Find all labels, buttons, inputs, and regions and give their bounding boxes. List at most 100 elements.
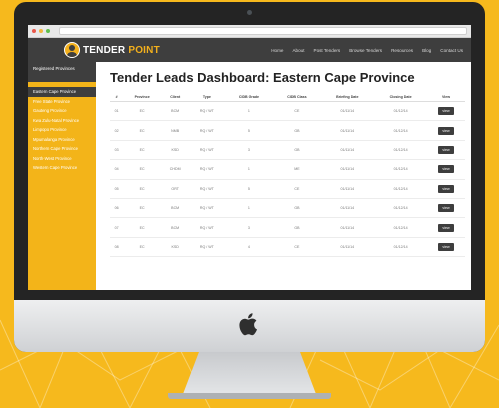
table-row: 01 EC BCM RQ / WT 1 CE 01/11/14 01/12/14 view bbox=[110, 101, 465, 122]
view-button[interactable]: view bbox=[438, 242, 454, 251]
table-cell: 05 bbox=[110, 179, 124, 199]
table-cell: 5 bbox=[224, 120, 274, 141]
table-cell: EC bbox=[123, 237, 162, 258]
nav-browse-tenders[interactable]: Browse Tenders bbox=[349, 48, 382, 53]
table-header-row: # Province Client Type CIDB Grade CIDB C… bbox=[110, 93, 465, 102]
table-cell: RQ / WT bbox=[189, 101, 225, 122]
close-window-icon[interactable] bbox=[32, 29, 36, 33]
nav-home[interactable]: Home bbox=[271, 48, 283, 53]
imac-chin bbox=[14, 300, 485, 352]
table-cell: 01/12/14 bbox=[374, 179, 428, 199]
table-cell: BCM bbox=[161, 101, 190, 122]
page-title: Tender Leads Dashboard: Eastern Cape Pro… bbox=[110, 70, 415, 85]
table-cell: RQ / WT bbox=[189, 198, 225, 219]
table-cell: 02 bbox=[110, 120, 124, 141]
view-button[interactable]: view bbox=[438, 223, 454, 232]
nav-post-tenders[interactable]: Post Tenders bbox=[314, 48, 341, 53]
table-cell: 08 bbox=[110, 237, 124, 258]
table-cell: 07 bbox=[110, 217, 124, 238]
table-cell: CE bbox=[273, 237, 321, 258]
view-button[interactable]: view bbox=[438, 165, 454, 174]
table-cell: 01/11/14 bbox=[320, 101, 375, 122]
table-cell: RQ / WT bbox=[189, 217, 225, 238]
site-logo[interactable]: TENDER POINT bbox=[64, 42, 160, 58]
table-cell: 5 bbox=[224, 179, 274, 199]
table-cell: RQ / WT bbox=[189, 237, 225, 258]
view-button[interactable]: view bbox=[438, 204, 454, 213]
table-cell: 01 bbox=[110, 101, 124, 122]
table-cell: 01/11/14 bbox=[320, 140, 375, 161]
table-row: 04 EC CHDM RQ / WT 1 ME 01/11/14 01/12/14 view bbox=[110, 159, 465, 180]
sidebar-item-northern-cape[interactable]: Northern Cape Province bbox=[28, 144, 96, 154]
table-cell: RQ / WT bbox=[189, 179, 225, 199]
tender-leads-table: # Province Client Type CIDB Grade CIDB C… bbox=[110, 93, 465, 258]
table-cell: 01/12/14 bbox=[374, 140, 428, 161]
table-cell: 4 bbox=[224, 237, 274, 258]
view-button[interactable]: view bbox=[438, 145, 454, 154]
table-cell: 01/11/14 bbox=[320, 159, 375, 180]
column-header: Province bbox=[123, 93, 162, 102]
table-cell: GB bbox=[273, 140, 321, 161]
table-cell: 01/12/14 bbox=[374, 101, 428, 122]
column-header: CIDB Class bbox=[273, 93, 321, 102]
minimize-window-icon[interactable] bbox=[39, 29, 43, 33]
table-cell: 01/11/14 bbox=[320, 237, 375, 258]
sidebar-item-western-cape[interactable]: Western Cape Province bbox=[28, 163, 96, 173]
table-cell: 01/11/14 bbox=[320, 217, 375, 238]
main-nav: Home About Post Tenders Browse Tenders R… bbox=[271, 48, 463, 53]
nav-about[interactable]: About bbox=[292, 48, 304, 53]
table-cell: 06 bbox=[110, 198, 124, 219]
nav-blog[interactable]: Blog bbox=[422, 48, 431, 53]
table-cell: view bbox=[427, 179, 465, 199]
table-row: 08 EC KSD RQ / WT 4 CE 01/11/14 01/12/14 view bbox=[110, 237, 465, 258]
table-cell: 01/11/14 bbox=[320, 198, 375, 219]
sidebar-item-north-west[interactable]: North-West Province bbox=[28, 154, 96, 164]
table-cell: 3 bbox=[224, 140, 274, 161]
address-bar[interactable] bbox=[59, 27, 467, 35]
table-cell: BCM bbox=[161, 198, 190, 219]
column-header: Briefing Date bbox=[320, 93, 375, 102]
sidebar-item-gauteng[interactable]: Gauteng Province bbox=[28, 106, 96, 116]
sidebar-item-kwazulu-natal[interactable]: Kwa Zulu-Natal Province bbox=[28, 116, 96, 126]
table-cell: view bbox=[427, 101, 465, 122]
table-cell: view bbox=[427, 140, 465, 161]
sidebar-item-eastern-cape[interactable]: Eastern Cape Province bbox=[28, 87, 96, 97]
sidebar-heading: Registered Provinces bbox=[28, 62, 96, 82]
view-button[interactable]: view bbox=[438, 107, 454, 116]
table-cell: view bbox=[427, 198, 465, 219]
user-avatar-icon bbox=[64, 42, 80, 58]
table-cell: view bbox=[427, 237, 465, 258]
view-button[interactable]: view bbox=[438, 184, 454, 193]
dashboard-main: Tender Leads Dashboard: Eastern Cape Pro… bbox=[96, 62, 471, 290]
table-cell: 3 bbox=[224, 217, 274, 238]
nav-contact-us[interactable]: Contact Us bbox=[440, 48, 463, 53]
sidebar-item-mpumalanga[interactable]: Mpumalanga Province bbox=[28, 135, 96, 145]
nav-resources[interactable]: Resources bbox=[391, 48, 413, 53]
view-button[interactable]: view bbox=[438, 126, 454, 135]
table-cell: 04 bbox=[110, 159, 124, 180]
sidebar-item-free-state[interactable]: Free State Province bbox=[28, 97, 96, 107]
sidebar-item-limpopo[interactable]: Limpopo Province bbox=[28, 125, 96, 135]
browser-toolbar bbox=[28, 25, 471, 38]
table-row: 03 EC KSD RQ / WT 3 GB 01/11/14 01/12/14 view bbox=[110, 140, 465, 161]
table-cell: CE bbox=[273, 179, 321, 199]
table-cell: BCM bbox=[161, 217, 190, 238]
table-cell: view bbox=[427, 120, 465, 141]
table-cell: 01/12/14 bbox=[374, 237, 428, 258]
table-cell: GB bbox=[273, 198, 321, 219]
table-cell: EC bbox=[123, 179, 162, 199]
sidebar: Registered Provinces Eastern Cape Provin… bbox=[28, 62, 96, 290]
imac-stand bbox=[183, 352, 316, 394]
table-cell: RQ / WT bbox=[189, 159, 225, 180]
table-cell: 01/12/14 bbox=[374, 217, 428, 238]
table-cell: NMB bbox=[161, 120, 190, 141]
table-cell: 1 bbox=[224, 101, 274, 122]
table-cell: 1 bbox=[224, 198, 274, 219]
column-header: # bbox=[110, 93, 124, 102]
column-header: Client bbox=[161, 93, 190, 102]
table-cell: 01/12/14 bbox=[374, 120, 428, 141]
column-header: Closing Date bbox=[374, 93, 428, 102]
maximize-window-icon[interactable] bbox=[46, 29, 50, 33]
table-cell: RQ / WT bbox=[189, 120, 225, 141]
column-header: View bbox=[427, 93, 465, 102]
